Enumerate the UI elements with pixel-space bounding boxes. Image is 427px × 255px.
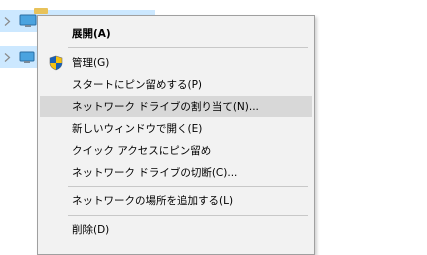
context-menu: 展開(A) 管理(G) スタートにピン留めする(P) ネットワーク ドライブの割… xyxy=(37,15,315,255)
menu-item-delete[interactable]: 削除(D) xyxy=(40,219,312,240)
menu-item-open-new-window[interactable]: 新しいウィンドウで開く(E) xyxy=(40,118,312,139)
menu-item-label: 削除(D) xyxy=(72,224,110,236)
chevron-right-icon[interactable] xyxy=(0,52,14,62)
menu-item-label: スタートにピン留めする(P) xyxy=(72,79,203,91)
menu-item-map-network-drive[interactable]: ネットワーク ドライブの割り当て(N)... xyxy=(40,96,312,117)
menu-item-add-network-location[interactable]: ネットワークの場所を追加する(L) xyxy=(40,190,312,211)
menu-item-label: ネットワーク ドライブの割り当て(N)... xyxy=(72,101,259,113)
menu-item-manage[interactable]: 管理(G) xyxy=(40,52,312,73)
chevron-right-icon[interactable] xyxy=(0,16,14,26)
menu-item-pin-to-start[interactable]: スタートにピン留めする(P) xyxy=(40,74,312,95)
menu-item-label: クイック アクセスにピン留め xyxy=(72,145,212,157)
menu-item-label: 展開(A) xyxy=(72,28,111,40)
menu-item-expand[interactable]: 展開(A) xyxy=(40,23,312,44)
menu-item-pin-quick-access[interactable]: クイック アクセスにピン留め xyxy=(40,140,312,161)
menu-separator xyxy=(68,215,308,216)
shield-icon xyxy=(48,55,64,71)
menu-item-label: ネットワークの場所を追加する(L) xyxy=(72,195,234,207)
tree-row[interactable] xyxy=(0,46,40,68)
menu-separator xyxy=(68,47,308,48)
menu-item-disconnect-network-drive[interactable]: ネットワーク ドライブの切断(C)... xyxy=(40,162,312,183)
menu-item-label: ネットワーク ドライブの切断(C)... xyxy=(72,167,238,179)
folder-icon xyxy=(34,8,48,14)
menu-separator xyxy=(68,186,308,187)
menu-item-label: 管理(G) xyxy=(72,57,110,69)
menu-item-label: 新しいウィンドウで開く(E) xyxy=(72,123,203,135)
